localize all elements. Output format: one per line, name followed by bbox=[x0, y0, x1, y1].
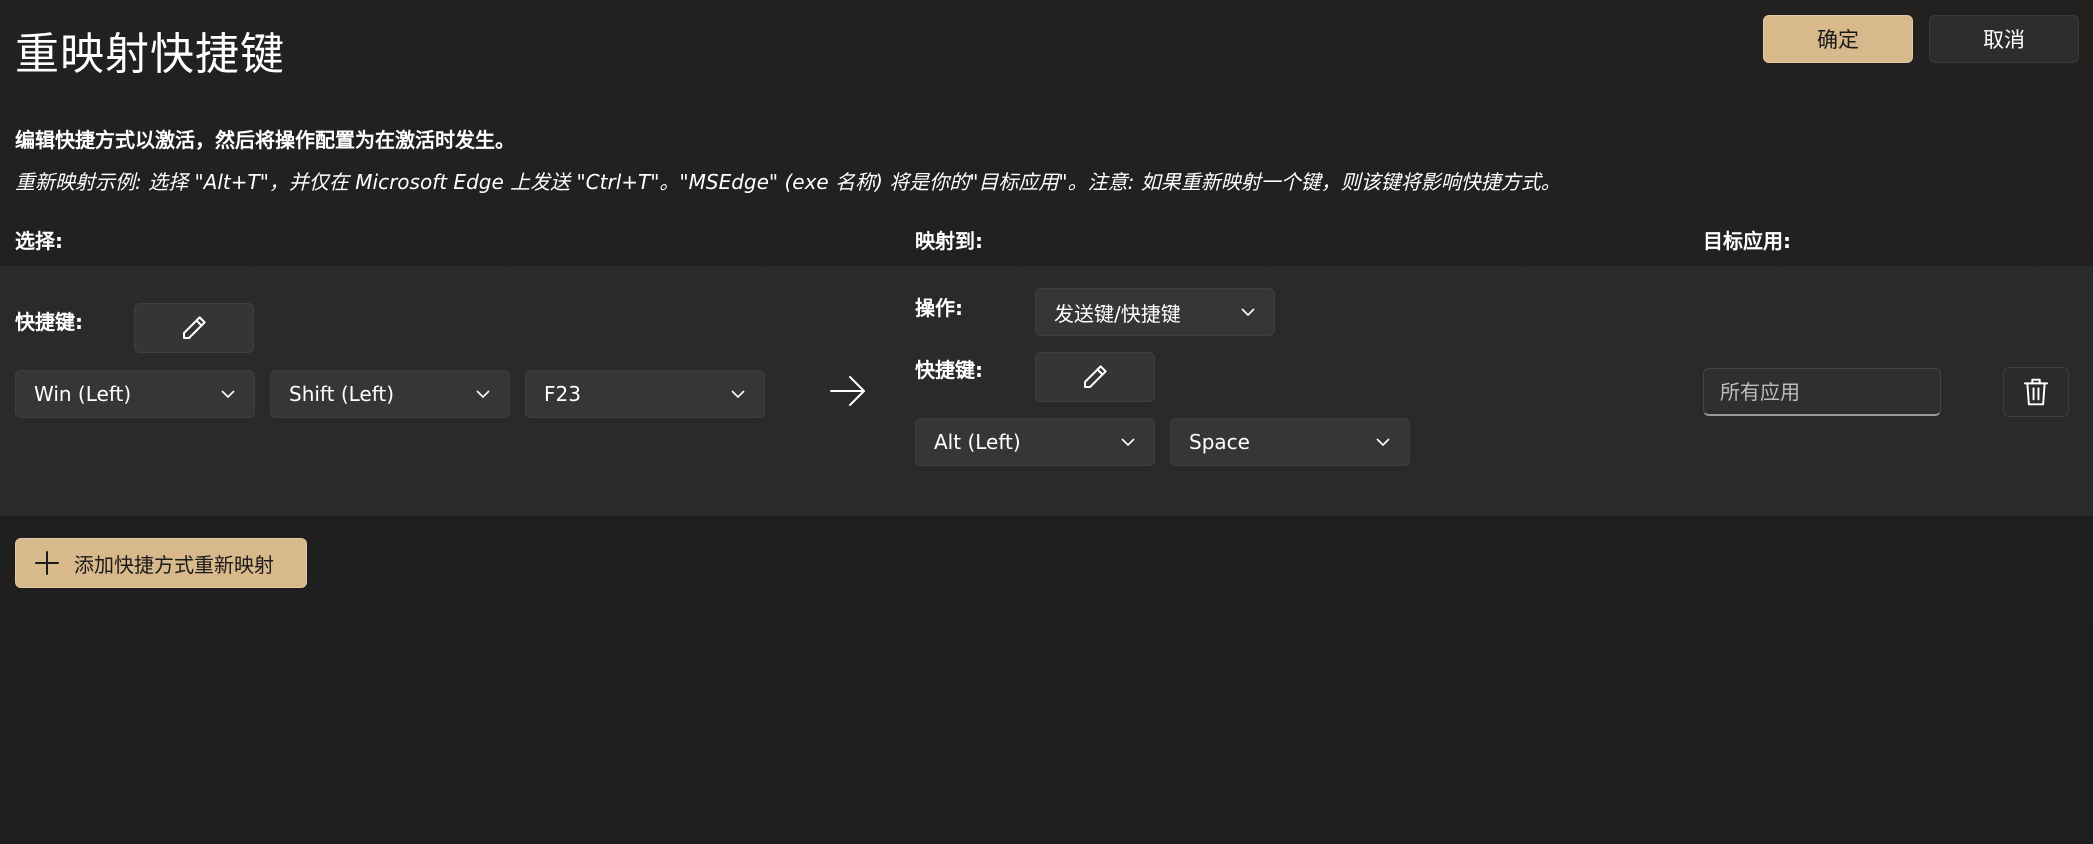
column-header-map-to: 映射到: bbox=[915, 229, 983, 253]
trash-icon bbox=[2023, 378, 2049, 406]
source-key-1-dropdown[interactable]: Win (Left) bbox=[15, 370, 255, 418]
add-shortcut-remap-button[interactable]: 添加快捷方式重新映射 bbox=[15, 538, 307, 588]
source-shortcut-label: 快捷键: bbox=[15, 310, 83, 334]
column-header-select: 选择: bbox=[15, 229, 63, 253]
source-key-2-value: Shift (Left) bbox=[289, 382, 395, 406]
target-key-1-value: Alt (Left) bbox=[934, 430, 1021, 454]
example-text: 重新映射示例: 选择 "Alt+T"，并仅在 Microsoft Edge 上发… bbox=[15, 170, 1561, 194]
target-key-2-value: Space bbox=[1189, 430, 1250, 454]
chevron-down-icon bbox=[220, 386, 236, 402]
pencil-icon bbox=[183, 316, 206, 339]
source-key-3-value: F23 bbox=[544, 382, 581, 406]
chevron-down-icon bbox=[1240, 304, 1256, 320]
pencil-icon bbox=[1084, 365, 1107, 388]
chevron-down-icon bbox=[1375, 434, 1391, 450]
cancel-button[interactable]: 取消 bbox=[1929, 15, 2079, 63]
target-key-2-dropdown[interactable]: Space bbox=[1170, 418, 1410, 466]
add-shortcut-remap-label: 添加快捷方式重新映射 bbox=[74, 552, 274, 577]
arrow-right-icon bbox=[830, 376, 865, 406]
column-header-target-app: 目标应用: bbox=[1703, 229, 1791, 253]
target-shortcut-label: 快捷键: bbox=[915, 358, 983, 382]
action-value: 发送键/快捷键 bbox=[1054, 301, 1181, 326]
page-title: 重映射快捷键 bbox=[15, 29, 285, 80]
action-label: 操作: bbox=[915, 296, 963, 320]
source-edit-button[interactable] bbox=[134, 303, 254, 353]
chevron-down-icon bbox=[1120, 434, 1136, 450]
target-edit-button[interactable] bbox=[1035, 352, 1155, 402]
source-key-3-dropdown[interactable]: F23 bbox=[525, 370, 765, 418]
target-key-1-dropdown[interactable]: Alt (Left) bbox=[915, 418, 1155, 466]
ok-button[interactable]: 确定 bbox=[1763, 15, 1913, 63]
delete-row-button[interactable] bbox=[2003, 367, 2069, 417]
chevron-down-icon bbox=[730, 386, 746, 402]
plus-icon bbox=[35, 551, 59, 575]
source-key-2-dropdown[interactable]: Shift (Left) bbox=[270, 370, 510, 418]
source-key-1-value: Win (Left) bbox=[34, 382, 132, 406]
action-dropdown[interactable]: 发送键/快捷键 bbox=[1035, 288, 1275, 336]
chevron-down-icon bbox=[475, 386, 491, 402]
remap-shortcuts-page: 重映射快捷键 确定 取消 编辑快捷方式以激活，然后将操作配置为在激活时发生。 重… bbox=[0, 0, 2093, 844]
target-app-input[interactable] bbox=[1703, 368, 1941, 416]
instructions-text: 编辑快捷方式以激活，然后将操作配置为在激活时发生。 bbox=[15, 128, 515, 152]
